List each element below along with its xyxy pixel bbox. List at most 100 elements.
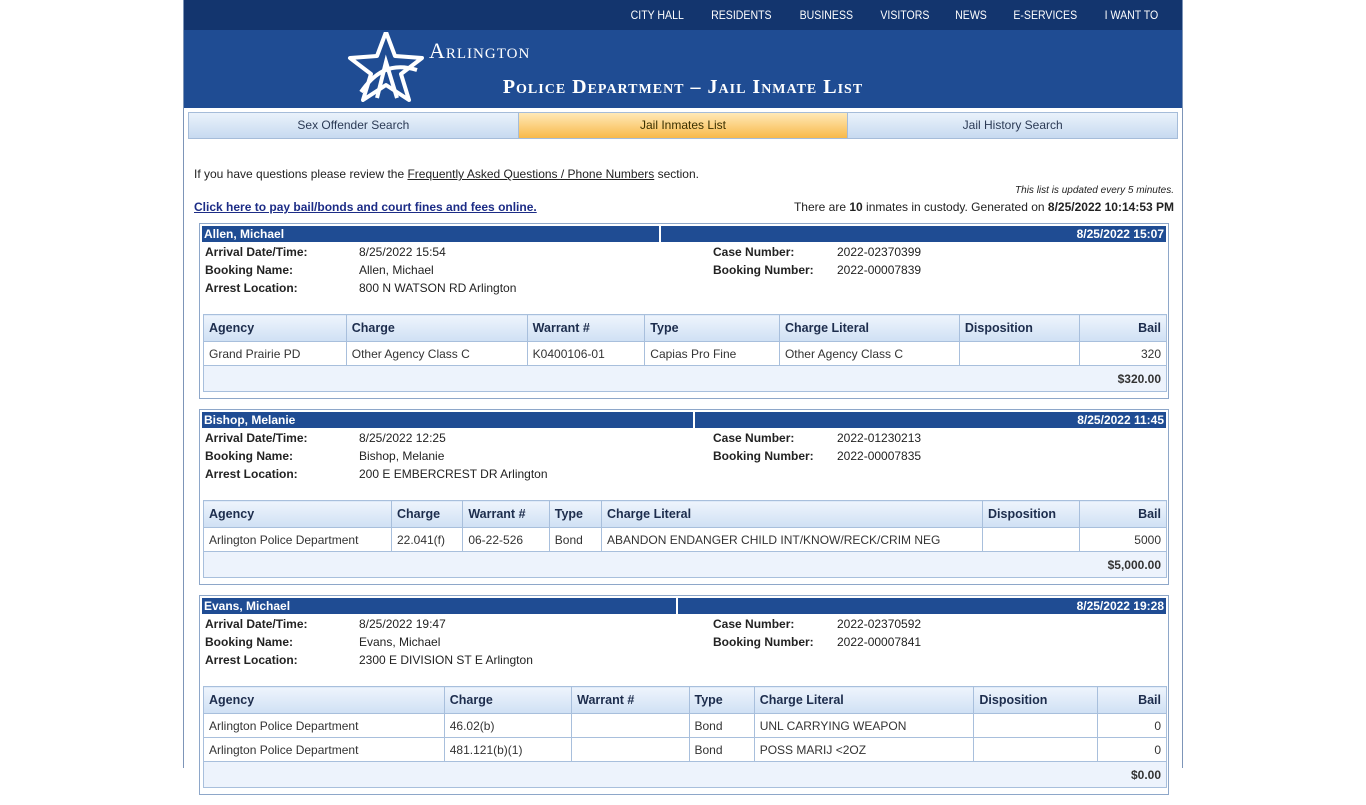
tab-jail-history-search[interactable]: Jail History Search	[848, 113, 1178, 138]
column-header-charge-literal[interactable]: Charge Literal	[754, 686, 975, 714]
column-header-disposition[interactable]: Disposition	[959, 314, 1080, 342]
inmate-record: Bishop, Melanie 8/25/2022 11:45 Arrival Da…	[199, 409, 1169, 585]
cell-warrant: K0400106-01	[527, 341, 646, 366]
bail-total-row: $320.00	[203, 365, 1167, 392]
column-header-charge-literal[interactable]: Charge Literal	[779, 314, 960, 342]
column-header-warrant[interactable]: Warrant #	[527, 314, 646, 342]
cell-disposition	[973, 737, 1098, 762]
booking-number-label: Booking Number:	[713, 263, 814, 277]
bail-total: $0.00	[203, 761, 1167, 788]
column-header-warrant[interactable]: Warrant #	[571, 686, 690, 714]
nav-business[interactable]: BUSINESS	[791, 8, 862, 22]
faq-link[interactable]: Frequently Asked Questions / Phone Numbe…	[407, 167, 654, 181]
nav-residents[interactable]: RESIDENTS	[703, 8, 781, 22]
nav-e-services[interactable]: E-SERVICES	[1004, 8, 1085, 22]
cell-disposition	[959, 341, 1080, 366]
custody-middle: inmates in custody. Generated on	[862, 200, 1048, 214]
logo-wordmark[interactable]: Arlington	[429, 38, 530, 64]
column-header-bail[interactable]: Bail	[1097, 686, 1167, 714]
cell-disposition	[973, 713, 1098, 738]
inmate-header-date: 8/25/2022 11:45	[1077, 413, 1164, 427]
cell-charge-literal: UNL CARRYING WEAPON	[754, 713, 975, 738]
cell-charge-literal: POSS MARIJ <2OZ	[754, 737, 975, 762]
cell-charge: 22.041(f)	[391, 527, 464, 552]
booking-number-value: 2022-00007841	[837, 635, 922, 649]
page-container: CITY HALL RESIDENTS BUSINESS VISITORS NE…	[183, 0, 1183, 795]
pay-bail-link[interactable]: Click here to pay bail/bonds and court f…	[194, 200, 537, 214]
column-header-bail[interactable]: Bail	[1079, 314, 1167, 342]
tab-jail-inmates-list[interactable]: Jail Inmates List	[518, 113, 849, 138]
case-number-label: Case Number:	[713, 245, 795, 259]
inmate-info: Arrival Date/Time: 8/25/2022 19:47 Booking…	[202, 614, 1166, 686]
cell-agency: Arlington Police Department	[203, 737, 445, 762]
cell-type: Bond	[549, 527, 603, 552]
cell-charge: 46.02(b)	[444, 713, 573, 738]
case-number-value: 2022-02370399	[837, 245, 922, 259]
column-header-warrant[interactable]: Warrant #	[462, 500, 550, 528]
cell-bail: 0	[1097, 713, 1167, 738]
cell-bail: 320	[1079, 341, 1167, 366]
column-header-disposition[interactable]: Disposition	[982, 500, 1080, 528]
cell-charge-literal: Other Agency Class C	[779, 341, 960, 366]
cell-charge-literal: ABANDON ENDANGER CHILD INT/KNOW/RECK/CRI…	[601, 527, 983, 552]
inmate-header: Evans, Michael 8/25/2022 19:28	[202, 598, 1166, 614]
charge-row: Arlington Police Department 481.121(b)(1)…	[203, 737, 1167, 762]
case-number-value: 2022-02370592	[837, 617, 922, 631]
cell-warrant	[571, 713, 690, 738]
column-header-agency[interactable]: Agency	[203, 686, 445, 714]
column-header-type[interactable]: Type	[644, 314, 780, 342]
charges-header-row: Agency Charge Warrant # Type Charge Literal D…	[203, 500, 1167, 528]
header-banner: Arlington Police Department – Jail Inmat…	[184, 30, 1182, 108]
arrival-value: 8/25/2022 19:47	[359, 617, 446, 631]
inmate-header-date: 8/25/2022 19:28	[1076, 599, 1164, 613]
column-header-type[interactable]: Type	[549, 500, 603, 528]
cell-agency: Arlington Police Department	[203, 527, 392, 552]
update-note: This list is updated every 5 minutes.	[1015, 185, 1174, 196]
inmate-info: Arrival Date/Time: 8/25/2022 15:54 Booking…	[202, 242, 1166, 314]
column-header-charge[interactable]: Charge	[346, 314, 528, 342]
charge-row: Grand Prairie PD Other Agency Class C K040…	[203, 341, 1167, 366]
inmate-header: Allen, Michael 8/25/2022 15:07	[202, 226, 1166, 242]
charges-table: Agency Charge Warrant # Type Charge Literal D…	[203, 686, 1167, 788]
charges-table: Agency Charge Warrant # Type Charge Literal D…	[203, 500, 1167, 578]
column-header-type[interactable]: Type	[689, 686, 755, 714]
nav-visitors[interactable]: VISITORS	[871, 8, 938, 22]
column-header-agency[interactable]: Agency	[203, 314, 347, 342]
custody-summary: There are 10 inmates in custody. Generat…	[794, 200, 1174, 214]
cell-agency: Arlington Police Department	[203, 713, 445, 738]
column-header-charge[interactable]: Charge	[444, 686, 573, 714]
column-header-agency[interactable]: Agency	[203, 500, 392, 528]
cell-agency: Grand Prairie PD	[203, 341, 347, 366]
booking-number-label: Booking Number:	[713, 449, 814, 463]
case-number-label: Case Number:	[713, 617, 795, 631]
arrival-label: Arrival Date/Time:	[205, 431, 308, 445]
booking-name-label: Booking Name:	[205, 449, 294, 463]
nav-city-hall[interactable]: CITY HALL	[622, 8, 693, 22]
inmate-info: Arrival Date/Time: 8/25/2022 12:25 Booking…	[202, 428, 1166, 500]
arrival-label: Arrival Date/Time:	[205, 245, 308, 259]
nav-news[interactable]: NEWS	[946, 8, 995, 22]
booking-number-value: 2022-00007839	[837, 263, 922, 277]
cell-type: Bond	[689, 737, 755, 762]
column-header-bail[interactable]: Bail	[1079, 500, 1167, 528]
top-navigation: CITY HALL RESIDENTS BUSINESS VISITORS NE…	[184, 0, 1182, 30]
bail-total: $320.00	[203, 365, 1167, 392]
inmate-count: 10	[849, 200, 863, 214]
booking-name-value: Allen, Michael	[359, 263, 434, 277]
cell-charge: 481.121(b)(1)	[444, 737, 573, 762]
tab-sex-offender-search[interactable]: Sex Offender Search	[189, 113, 519, 138]
nav-i-want-to[interactable]: I WANT TO	[1096, 8, 1167, 22]
column-header-charge-literal[interactable]: Charge Literal	[601, 500, 983, 528]
column-header-disposition[interactable]: Disposition	[973, 686, 1098, 714]
arrival-label: Arrival Date/Time:	[205, 617, 308, 631]
case-number-label: Case Number:	[713, 431, 795, 445]
column-header-charge[interactable]: Charge	[391, 500, 464, 528]
inmate-list: Allen, Michael 8/25/2022 15:07 Arrival Dat…	[199, 223, 1169, 805]
faq-suffix: section.	[654, 167, 699, 181]
inmate-record: Evans, Michael 8/25/2022 19:28 Arrival Dat…	[199, 595, 1169, 795]
inmate-name: Evans, Michael	[202, 598, 678, 614]
arrest-location-label: Arrest Location:	[205, 281, 298, 295]
cell-type: Bond	[689, 713, 755, 738]
cell-bail: 0	[1097, 737, 1167, 762]
booking-name-label: Booking Name:	[205, 635, 294, 649]
